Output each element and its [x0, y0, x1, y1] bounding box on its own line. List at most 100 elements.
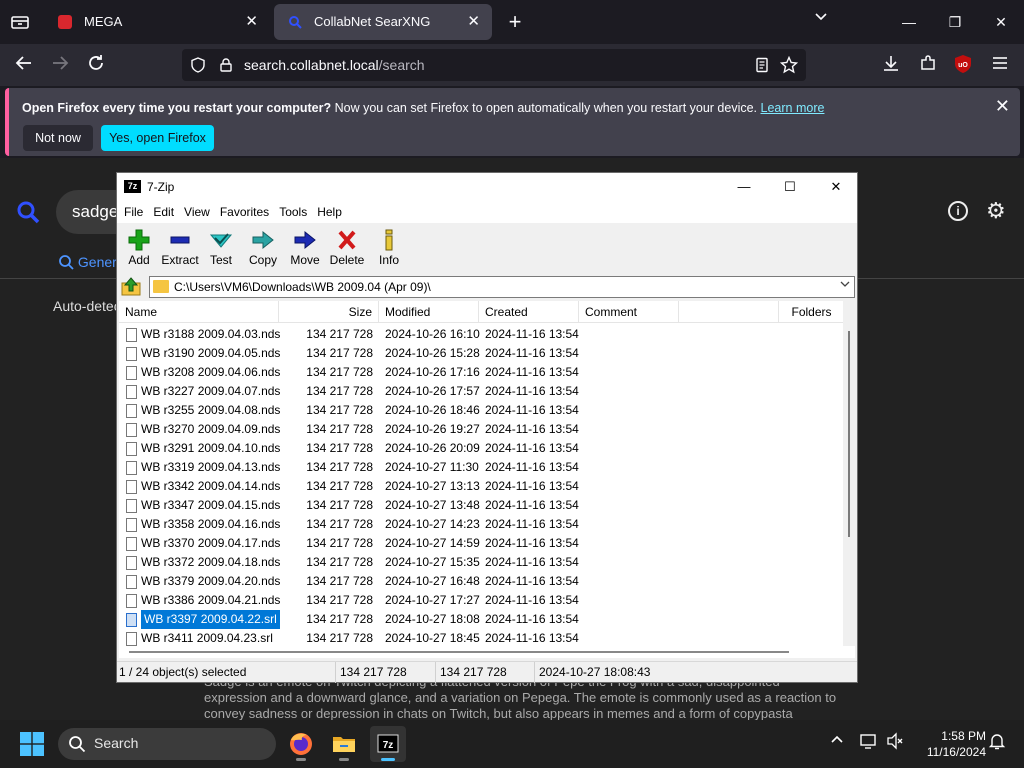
list-all-tabs-icon[interactable] [814, 10, 828, 27]
column-header-modified[interactable]: Modified [379, 301, 479, 323]
menu-file[interactable]: File [119, 201, 148, 223]
chevron-down-icon[interactable] [840, 279, 850, 292]
move-button[interactable]: Move [283, 227, 327, 271]
table-row[interactable]: WB r3397 2009.04.22.srl 134 217 728 2024-1… [119, 609, 843, 630]
file-modified: 2024-10-26 15:28 [385, 346, 480, 360]
table-row[interactable]: WB r3372 2009.04.18.nds 134 217 728 2024-1… [119, 553, 843, 572]
info-button[interactable]: Info [367, 227, 411, 271]
bookmark-star-icon[interactable] [780, 56, 798, 74]
learn-more-link[interactable]: Learn more [761, 101, 825, 115]
table-row[interactable]: WB r3358 2009.04.16.nds 134 217 728 2024-1… [119, 515, 843, 534]
shield-icon[interactable] [190, 57, 206, 73]
hamburger-menu-icon[interactable] [989, 54, 1011, 76]
close-tab-icon[interactable]: ✕ [467, 4, 480, 40]
info-icon[interactable]: i [948, 201, 968, 221]
7zip-title-bar[interactable]: 7z 7-Zip — ☐ ✕ [117, 173, 857, 201]
gear-icon[interactable]: ⚙ [986, 200, 1006, 222]
column-header-size[interactable]: Size [279, 301, 379, 323]
reader-view-icon[interactable] [754, 57, 770, 73]
table-row[interactable]: WB r3319 2009.04.13.nds 134 217 728 2024-1… [119, 458, 843, 477]
horizontal-scrollbar[interactable] [119, 646, 855, 658]
path-input[interactable]: C:\Users\VM6\Downloads\WB 2009.04 (Apr 0… [149, 276, 855, 298]
svg-text:uO: uO [958, 62, 968, 69]
file-created: 2024-11-16 13:54 [485, 593, 579, 607]
system-clock[interactable]: 1:58 PM 11/16/2024 [912, 728, 986, 760]
new-tab-button[interactable]: + [503, 8, 527, 36]
status-packed-size: 134 217 728 [440, 665, 507, 679]
table-row[interactable]: WB r3342 2009.04.14.nds 134 217 728 2024-1… [119, 477, 843, 496]
tab-mega[interactable]: MEGA ✕ [44, 4, 270, 40]
table-row[interactable]: WB r3208 2009.04.06.nds 134 217 728 2024-1… [119, 363, 843, 382]
auto-detect-label[interactable]: Auto-detect [53, 298, 125, 314]
close-tab-icon[interactable]: ✕ [245, 4, 258, 40]
file-modified: 2024-10-26 16:10 [385, 327, 480, 341]
restore-icon[interactable]: ❐ [932, 0, 978, 44]
column-header-comment[interactable]: Comment [579, 301, 679, 323]
menu-tools[interactable]: Tools [274, 201, 312, 223]
table-row[interactable]: WB r3386 2009.04.21.nds 134 217 728 2024-1… [119, 591, 843, 610]
taskbar-file-explorer[interactable] [326, 726, 362, 762]
file-list[interactable]: Name Size Modified Created Comment Folde… [119, 301, 855, 658]
minimize-icon[interactable]: — [886, 0, 932, 44]
file-size: 134 217 728 [306, 517, 373, 531]
table-row[interactable]: WB r3347 2009.04.15.nds 134 217 728 2024-1… [119, 496, 843, 515]
copy-button[interactable]: Copy [241, 227, 285, 271]
not-now-button[interactable]: Not now [23, 125, 93, 151]
file-icon [126, 461, 137, 475]
folder-up-icon[interactable] [120, 277, 142, 297]
lock-settings-icon[interactable] [218, 57, 234, 73]
taskbar-search[interactable]: Search [58, 728, 276, 760]
close-icon[interactable]: ✕ [978, 0, 1024, 44]
network-icon[interactable] [860, 732, 878, 753]
tab-list-icon[interactable] [8, 11, 32, 33]
menu-edit[interactable]: Edit [148, 201, 179, 223]
extensions-icon[interactable] [917, 54, 939, 76]
table-row[interactable]: WB r3379 2009.04.20.nds 134 217 728 2024-1… [119, 572, 843, 591]
menu-help[interactable]: Help [312, 201, 347, 223]
downloads-icon[interactable] [880, 54, 902, 76]
add-button[interactable]: Add [117, 227, 161, 271]
back-arrow-icon[interactable] [13, 54, 35, 76]
table-row[interactable]: WB r3255 2009.04.08.nds 134 217 728 2024-1… [119, 401, 843, 420]
close-notification-icon[interactable]: ✕ [995, 96, 1010, 117]
forward-arrow-icon[interactable] [49, 54, 71, 76]
column-header-folders[interactable]: Folders [779, 301, 845, 323]
maximize-icon[interactable]: ☐ [767, 173, 813, 201]
table-row[interactable]: WB r3188 2009.04.03.nds 134 217 728 2024-1… [119, 325, 843, 344]
menu-favorites[interactable]: Favorites [215, 201, 274, 223]
table-row[interactable]: WB r3270 2009.04.09.nds 134 217 728 2024-1… [119, 420, 843, 439]
test-button[interactable]: Test [199, 227, 243, 271]
close-icon[interactable]: ✕ [813, 173, 859, 201]
scroll-thumb[interactable] [129, 651, 789, 653]
url-bar[interactable]: search.collabnet.local/search [182, 49, 806, 81]
ublock-origin-icon[interactable]: uO [952, 54, 974, 76]
file-name: WB r3319 2009.04.13.nds [141, 460, 281, 474]
move-arrow-icon [294, 230, 316, 250]
column-header-created[interactable]: Created [479, 301, 579, 323]
volume-muted-icon[interactable] [886, 732, 904, 753]
vertical-scrollbar[interactable] [843, 301, 855, 658]
reload-icon[interactable] [85, 54, 107, 76]
file-icon [126, 556, 137, 570]
yes-open-firefox-button[interactable]: Yes, open Firefox [101, 125, 214, 151]
column-header-name[interactable]: Name [119, 301, 279, 323]
search-logo-icon[interactable] [16, 200, 40, 224]
table-row[interactable]: WB r3190 2009.04.05.nds 134 217 728 2024-1… [119, 344, 843, 363]
table-row[interactable]: WB r3291 2009.04.10.nds 134 217 728 2024-1… [119, 439, 843, 458]
file-created: 2024-11-16 13:54 [485, 498, 579, 512]
taskbar-firefox[interactable] [283, 726, 319, 762]
scroll-thumb[interactable] [848, 331, 850, 537]
taskbar-7zip[interactable]: 7z [370, 726, 406, 762]
tab-searxng[interactable]: CollabNet SearXNG ✕ [274, 4, 492, 40]
notification-bell-icon[interactable] [988, 732, 1006, 753]
extract-button[interactable]: Extract [158, 227, 202, 271]
status-size: 134 217 728 [340, 665, 407, 679]
minimize-icon[interactable]: — [721, 173, 767, 201]
delete-button[interactable]: Delete [325, 227, 369, 271]
move-label: Move [290, 253, 320, 267]
table-row[interactable]: WB r3227 2009.04.07.nds 134 217 728 2024-1… [119, 382, 843, 401]
menu-view[interactable]: View [179, 201, 215, 223]
show-hidden-icons-chevron-icon[interactable] [830, 732, 844, 749]
windows-start-icon[interactable] [20, 732, 44, 756]
table-row[interactable]: WB r3370 2009.04.17.nds 134 217 728 2024-1… [119, 534, 843, 553]
